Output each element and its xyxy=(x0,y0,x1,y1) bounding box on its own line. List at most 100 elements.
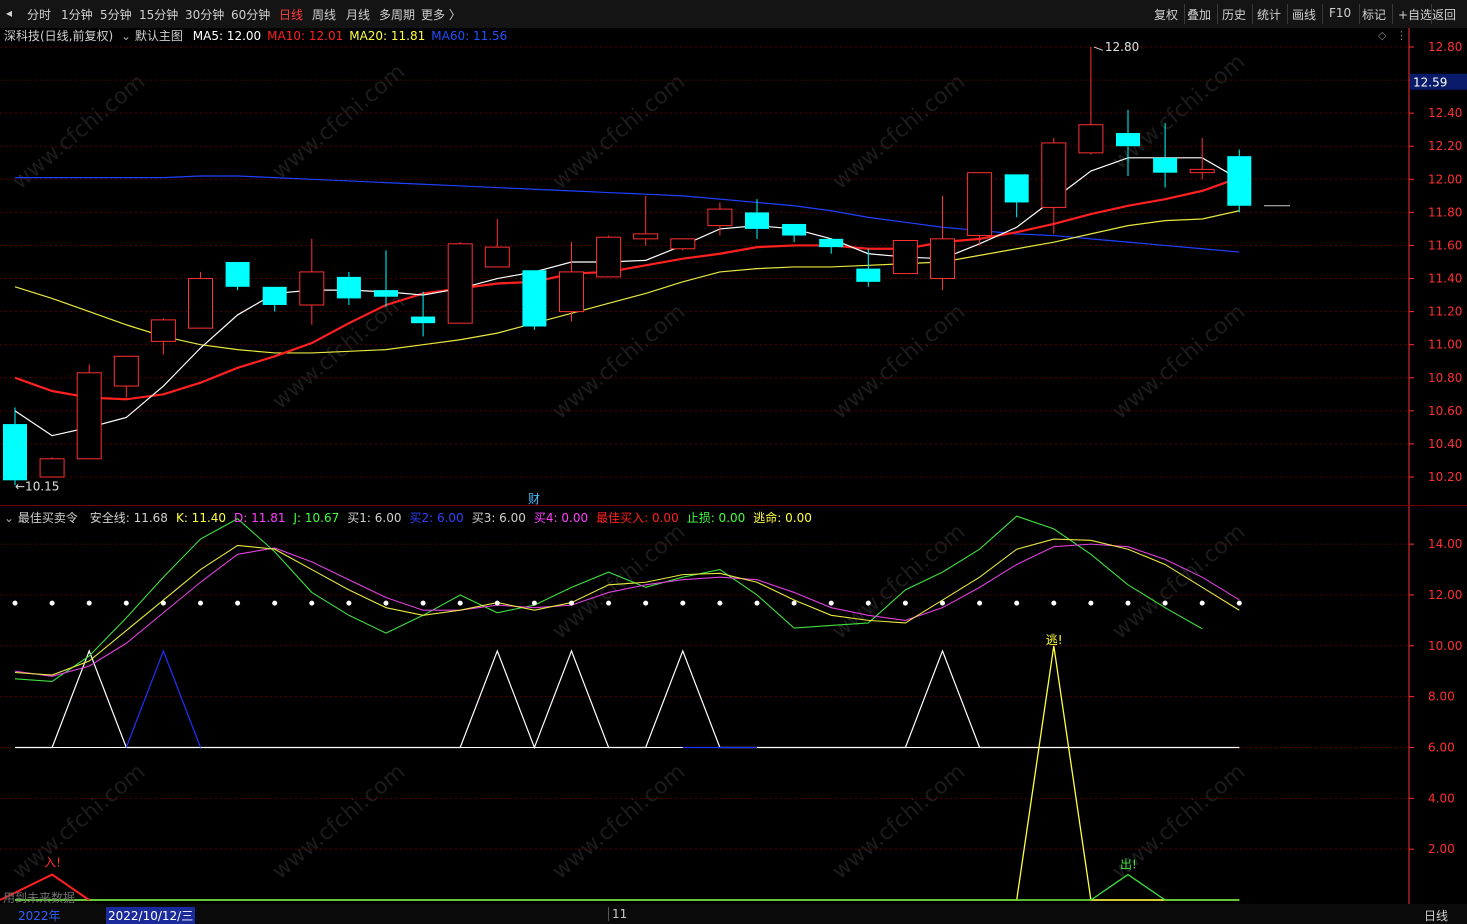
ma-value: MA20: 11.81 xyxy=(349,29,426,43)
safety-line-dot xyxy=(717,600,723,606)
toolbar-button[interactable]: 复权 xyxy=(1154,6,1178,23)
safety-line-dot xyxy=(272,600,278,606)
safety-line-dot xyxy=(1051,600,1057,606)
indicator-header: ⌄ 最佳买卖令 安全线: 11.68 K: 11.40 D: 11.81 J: 10.… xyxy=(4,509,812,526)
candle[interactable] xyxy=(596,235,622,278)
period-tab[interactable]: 15分钟 xyxy=(139,6,178,23)
toolbar-divider xyxy=(1287,4,1288,24)
candle-body xyxy=(484,246,510,268)
safety-line-dot xyxy=(1014,600,1020,606)
indicator-value: 安全线: 11.68 xyxy=(89,511,168,525)
period-tab[interactable]: 多周期 xyxy=(379,6,415,23)
safety-line-dot xyxy=(940,600,945,606)
period-tab[interactable]: 日线 xyxy=(279,6,303,23)
candle-body xyxy=(1004,174,1029,203)
period-tab[interactable]: 5分钟 xyxy=(100,6,132,23)
year-label: 2022年 xyxy=(18,909,61,923)
safety-line-dot xyxy=(754,600,760,606)
price-tick-label: 11.60 xyxy=(1428,238,1462,252)
period-tab[interactable]: 更多 〉 xyxy=(421,6,461,23)
toolbar-button[interactable]: 统计 xyxy=(1257,6,1281,23)
candle-body xyxy=(707,208,733,227)
candle-body xyxy=(113,355,139,387)
chevron-down-icon[interactable]: ⌄ xyxy=(121,29,131,43)
candle[interactable] xyxy=(1227,149,1252,213)
toolbar-divider xyxy=(1359,4,1360,24)
toolbar-button[interactable]: 标记 xyxy=(1362,6,1386,23)
indicator-tick-label: 4.00 xyxy=(1428,791,1455,805)
toolbar-button[interactable]: F10 xyxy=(1329,6,1351,20)
finance-event-marker[interactable]: 财 xyxy=(528,492,540,506)
bottom-date-bar: 2022年 2022/10/12/三 11 日线 xyxy=(0,904,1467,924)
main-header: 深科技(日线,前复权) ⌄ 默认主图 MA5: 12.00 MA10: 12.01… xyxy=(4,27,507,44)
candle-body xyxy=(447,243,473,324)
safety-line-dot xyxy=(791,600,797,606)
indicator-value: 买1: 6.00 xyxy=(347,511,402,525)
candle[interactable] xyxy=(39,457,65,478)
toolbar-button[interactable]: 叠加 xyxy=(1187,6,1211,23)
candle[interactable] xyxy=(522,270,547,330)
candle[interactable] xyxy=(892,240,918,275)
candle-body xyxy=(633,233,659,240)
candle-body xyxy=(299,271,325,306)
indicator-value: 买2: 6.00 xyxy=(409,511,464,525)
price-tick-label: 10.60 xyxy=(1428,404,1462,418)
safety-line-dot xyxy=(235,600,241,606)
candle-body xyxy=(670,238,696,250)
safety-line-dot xyxy=(902,600,908,606)
template-name[interactable]: 默认主图 xyxy=(135,29,183,43)
period-tab[interactable]: 1分钟 xyxy=(61,6,93,23)
period-tab[interactable]: 30分钟 xyxy=(185,6,224,23)
stock-name[interactable]: 深科技(日线,前复权) xyxy=(4,29,113,43)
candle-body xyxy=(150,319,176,342)
indicator-chart[interactable]: www.cfchi.com www.cfchi.com www.cfchi.com w… xyxy=(0,506,1467,904)
indicator-value: 买4: 0.00 xyxy=(533,511,589,525)
indicator-tick-label: 6.00 xyxy=(1428,740,1455,754)
ma-value: MA5: 12.00 xyxy=(192,29,262,43)
candle[interactable] xyxy=(76,364,102,460)
current-price: 12.59 xyxy=(1413,76,1447,90)
settings-icon[interactable]: ⋮ xyxy=(1396,29,1407,42)
indicator-value: 买3: 6.00 xyxy=(471,511,526,525)
candle-body xyxy=(225,262,250,287)
period-label[interactable]: 日线 xyxy=(1424,907,1448,924)
candle[interactable] xyxy=(225,262,250,291)
candle[interactable] xyxy=(188,271,213,329)
candle[interactable] xyxy=(670,238,696,251)
toolbar-button[interactable]: +自选 xyxy=(1398,6,1432,23)
safety-line-dot xyxy=(1162,600,1168,606)
period-tab[interactable]: 分时 xyxy=(27,6,51,23)
safety-line-dot xyxy=(643,600,649,606)
diamond-icon[interactable]: ◇ xyxy=(1378,29,1386,42)
toolbar-button[interactable]: 返回 xyxy=(1432,6,1456,23)
price-tick-label: 10.40 xyxy=(1428,437,1462,451)
chevron-down-icon[interactable]: ⌄ xyxy=(4,511,14,525)
candle-body xyxy=(559,271,584,313)
indicator-value: 最佳买入: 0.00 xyxy=(596,511,679,525)
ma-value: MA60: 11.56 xyxy=(431,29,508,43)
candle-body xyxy=(411,316,436,324)
safety-line-dot xyxy=(160,600,166,606)
collapse-icon[interactable]: ◂ xyxy=(6,6,12,20)
month-label: 11 xyxy=(608,907,627,921)
indicator-name[interactable]: 最佳买卖令 xyxy=(18,511,78,525)
safety-line-dot xyxy=(1125,600,1131,606)
safety-line-dot xyxy=(1236,600,1242,606)
period-tab[interactable]: 周线 xyxy=(312,6,336,23)
indicator-value: D: 11.81 xyxy=(234,511,286,525)
period-tab[interactable]: 60分钟 xyxy=(231,6,270,23)
candle-body xyxy=(1227,156,1252,206)
indicator-value: 止损: 0.00 xyxy=(686,511,746,525)
candle[interactable] xyxy=(447,242,473,324)
candle-body xyxy=(930,238,955,280)
candle[interactable] xyxy=(967,172,993,246)
toolbar-button[interactable]: 画线 xyxy=(1292,6,1316,23)
toolbar-divider xyxy=(1392,4,1393,24)
candle-body xyxy=(336,276,361,299)
high-price-label: 12.80 xyxy=(1105,40,1139,54)
toolbar-button[interactable]: 历史 xyxy=(1222,6,1246,23)
candle-body xyxy=(3,424,27,481)
period-tab[interactable]: 月线 xyxy=(346,6,370,23)
main-price-chart[interactable]: www.cfchi.com www.cfchi.com www.cfchi.com w… xyxy=(0,28,1467,506)
indicator-tick-label: 12.00 xyxy=(1428,588,1462,602)
